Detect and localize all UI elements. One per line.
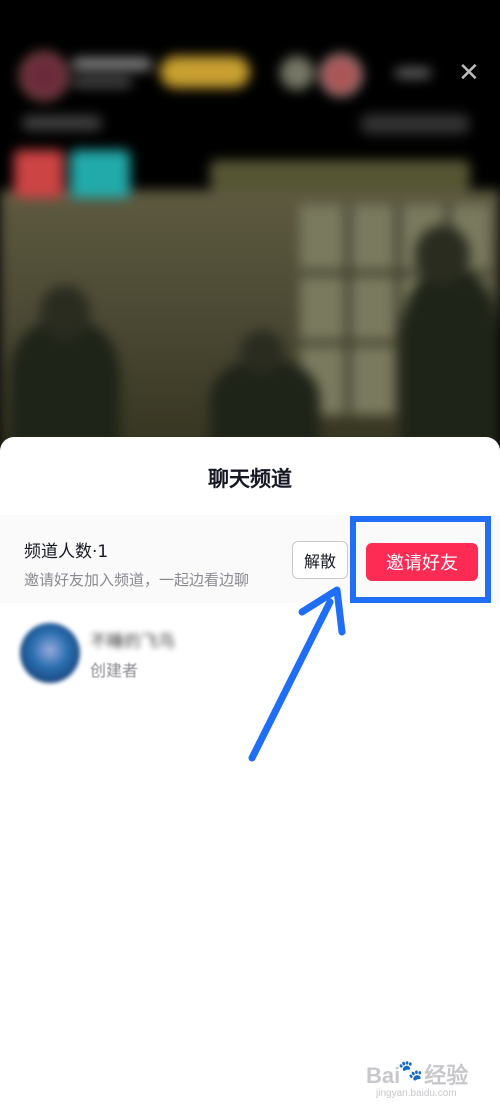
paw-icon: 🐾 xyxy=(398,1058,423,1082)
annotation-arrow-icon xyxy=(248,586,346,762)
watermark-url: jingyan.baidu.com xyxy=(376,1088,457,1099)
baidu-jingyan-watermark: Bai 经验 🐾 jingyan.baidu.com xyxy=(352,1052,492,1102)
